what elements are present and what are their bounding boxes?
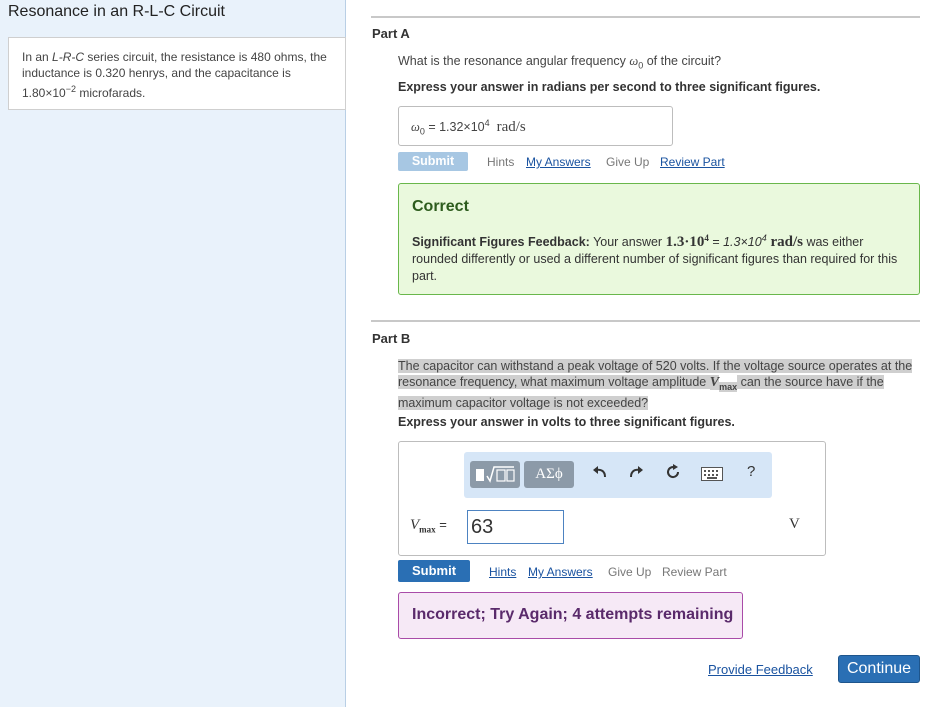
part-a-hints-link[interactable]: Hints — [487, 155, 514, 169]
answer-equals: = — [424, 120, 440, 135]
omega-symbol: ω — [629, 54, 639, 68]
part-b-divider — [371, 320, 920, 322]
part-a-question-post: of the circuit? — [643, 54, 722, 68]
part-b-question: The capacitor can withstand a peak volta… — [398, 358, 920, 411]
template-sqrt-icon[interactable] — [470, 461, 520, 488]
redo-icon-svg — [630, 466, 643, 478]
problem-text-3: microfarads. — [75, 86, 146, 100]
part-a-my-answers-link[interactable]: My Answers — [526, 155, 591, 169]
part-a-correct-feedback: Correct Significant Figures Feedback: Yo… — [398, 183, 920, 295]
feedback-value-2: 1.3×10 — [723, 235, 762, 250]
part-b-instruction: Express your answer in volts to three si… — [398, 415, 735, 429]
correct-title: Correct — [412, 198, 469, 215]
vmax-input-label: Vmax = — [410, 517, 447, 535]
problem-sidebar: Resonance in an R-L-C Circuit In an L-R-… — [0, 0, 346, 707]
input-label-symbol: V — [410, 517, 420, 533]
part-b-incorrect-feedback: Incorrect; Try Again; 4 attempts remaini… — [398, 592, 743, 639]
answer-mantissa: 1.32×10 — [439, 120, 485, 135]
part-b-my-answers-link[interactable]: My Answers — [528, 565, 593, 579]
part-a-submit-button[interactable]: Submit — [398, 152, 468, 171]
input-label-equals: = — [435, 517, 447, 532]
problem-title: Resonance in an R-L-C Circuit — [8, 3, 225, 20]
redo-icon[interactable] — [627, 463, 645, 486]
part-b-give-up-link[interactable]: Give Up — [608, 565, 651, 579]
problem-statement: In an L-R-C series circuit, the resistan… — [8, 37, 346, 110]
problem-text-1: In an — [22, 50, 53, 64]
feedback-text-2: = — [708, 235, 724, 250]
provide-feedback-link[interactable]: Provide Feedback — [708, 662, 813, 677]
part-a-instruction: Express your answer in radians per secon… — [398, 80, 821, 94]
part-a-give-up-link[interactable]: Give Up — [606, 155, 649, 169]
part-a-divider — [371, 16, 920, 18]
undo-icon-svg — [593, 466, 606, 478]
part-a-title: Part A — [372, 26, 410, 41]
answer-exponent: 4 — [484, 118, 490, 128]
part-a-answer: ω0 = 1.32×104 rad/s — [411, 118, 526, 137]
symbols-button[interactable]: ΑΣϕ — [524, 461, 574, 488]
incorrect-message: Incorrect; Try Again; 4 attempts remaini… — [412, 606, 734, 623]
reset-icon-svg — [667, 464, 680, 479]
input-label-subscript: max — [419, 524, 436, 535]
part-b-title: Part B — [372, 331, 411, 346]
part-a-answer-display: ω0 = 1.32×104 rad/s — [398, 106, 673, 146]
part-b-submit-button[interactable]: Submit — [398, 560, 470, 582]
answer-unit: rad/s — [496, 119, 526, 136]
reset-icon[interactable] — [664, 463, 682, 486]
sig-fig-feedback: Significant Figures Feedback: Your answe… — [412, 230, 902, 285]
vmax-symbol: V — [709, 375, 720, 390]
feedback-unit: rad/s — [766, 234, 803, 251]
vmax-answer-input[interactable]: 63 — [467, 510, 564, 544]
math-toolbar: ΑΣϕ ? — [464, 452, 772, 498]
part-a-question-pre: What is the resonance angular frequency — [398, 54, 630, 68]
continue-button[interactable]: Continue — [838, 655, 920, 683]
feedback-value-1: 1.3·10 — [665, 234, 705, 251]
sig-fig-label: Significant Figures Feedback: — [412, 235, 590, 250]
vmax-unit: V — [789, 516, 800, 532]
problem-exponent: −2 — [65, 84, 76, 94]
part-a-review-part-link[interactable]: Review Part — [660, 155, 725, 169]
part-a-question: What is the resonance angular frequency … — [398, 54, 721, 71]
part-b-review-part-link[interactable]: Review Part — [662, 565, 727, 579]
vmax-subscript: max — [719, 381, 738, 392]
keyboard-icon-svg — [701, 467, 723, 481]
feedback-text-1: Your answer — [589, 235, 666, 250]
part-b-hints-link[interactable]: Hints — [489, 565, 516, 579]
help-button[interactable]: ? — [747, 463, 755, 480]
answer-omega-symbol: ω — [411, 120, 420, 135]
problem-text-italic: L-R-C — [52, 50, 85, 64]
keyboard-icon[interactable] — [701, 466, 723, 486]
template-sqrt-icon-svg — [476, 466, 515, 483]
undo-icon[interactable] — [591, 463, 609, 486]
